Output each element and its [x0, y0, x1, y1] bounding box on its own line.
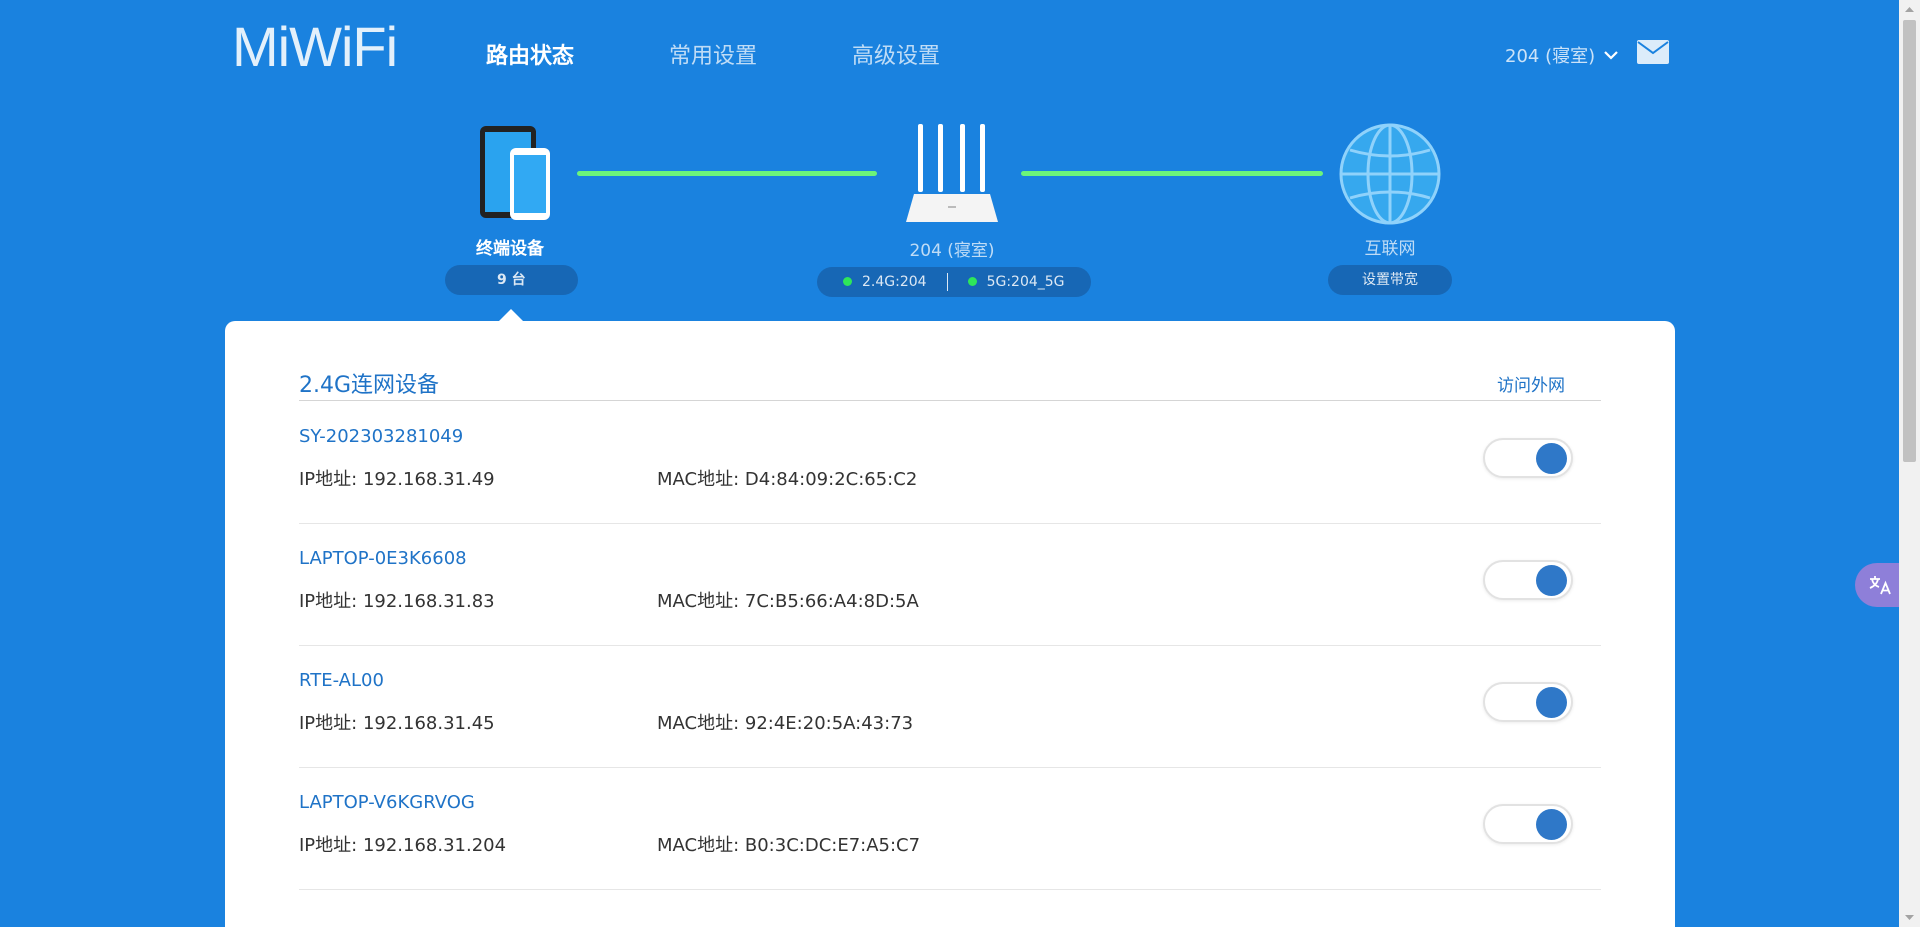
globe-icon	[1339, 123, 1441, 225]
device-name[interactable]: SY-202303281049	[299, 426, 463, 447]
nav-router-status[interactable]: 路由状态	[486, 38, 574, 70]
divider	[946, 273, 948, 291]
router-icon	[906, 124, 998, 222]
device-mac: MAC地址: 92:4E:20:5A:43:73	[657, 713, 914, 734]
internet-access-toggle[interactable]	[1483, 682, 1573, 722]
wifi-status-badge[interactable]: 2.4G:204 5G:204_5G	[817, 267, 1091, 297]
toggle-knob	[1536, 443, 1567, 474]
device-ip: IP地址: 192.168.31.49	[299, 469, 495, 490]
mail-icon[interactable]	[1637, 40, 1669, 64]
toggle-knob	[1536, 565, 1567, 596]
wifi-5-ssid: 5G:204_5G	[986, 274, 1065, 290]
device-row: RTE-AL00 IP地址: 192.168.31.45 MAC地址: 92:4…	[299, 646, 1601, 768]
internet-access-toggle[interactable]	[1483, 804, 1573, 844]
device-row: LAPTOP-V6KGRVOG IP地址: 192.168.31.204 MAC…	[299, 768, 1601, 890]
device-mac: MAC地址: 7C:B5:66:A4:8D:5A	[657, 591, 919, 612]
nav-advanced-settings[interactable]: 高级设置	[852, 38, 940, 70]
internet-node[interactable]: 互联网 设置带宽	[1320, 122, 1460, 295]
device-ip: IP地址: 192.168.31.83	[299, 591, 495, 612]
device-ip: IP地址: 192.168.31.204	[299, 835, 507, 856]
toggle-knob	[1536, 687, 1567, 718]
link-line-internet	[1021, 171, 1323, 176]
scroll-up-arrow-icon[interactable]	[1903, 4, 1916, 14]
scrollbar-thumb[interactable]	[1903, 20, 1916, 462]
internet-access-toggle[interactable]	[1483, 560, 1573, 600]
device-name[interactable]: LAPTOP-0E3K6608	[299, 548, 467, 569]
translate-button[interactable]	[1855, 563, 1905, 607]
device-mac: MAC地址: B0:3C:DC:E7:A5:C7	[657, 835, 921, 856]
device-mac: MAC地址: D4:84:09:2C:65:C2	[657, 469, 918, 490]
wifi-24-ssid: 2.4G:204	[862, 274, 927, 290]
device-ip: IP地址: 192.168.31.45	[299, 713, 495, 734]
wifi-24-status-dot	[843, 276, 852, 286]
internet-access-column-header: 访问外网	[1497, 376, 1565, 396]
translate-icon	[1869, 576, 1891, 595]
device-count-badge[interactable]: 9 台	[445, 265, 578, 295]
wifi-5-status-dot	[967, 276, 977, 286]
internet-access-toggle[interactable]	[1483, 438, 1573, 478]
toggle-knob	[1536, 809, 1567, 840]
device-row: SY-202303281049 IP地址: 192.168.31.49 MAC地…	[299, 402, 1601, 524]
miwifi-logo[interactable]: MiWiFi	[232, 14, 398, 79]
router-label: 204 (寝室)	[909, 241, 995, 261]
chevron-down-icon	[1604, 51, 1618, 60]
panel-title: 2.4G连网设备	[299, 373, 440, 398]
router-node[interactable]: 204 (寝室) 2.4G:204 5G:204_5G	[817, 118, 1091, 297]
devices-label: 终端设备	[476, 239, 544, 259]
scroll-down-arrow-icon[interactable]	[1903, 913, 1916, 923]
main-nav: 路由状态 常用设置 高级设置	[486, 38, 1035, 70]
router-name-menu[interactable]: 204 (寝室)	[1505, 42, 1619, 68]
terminal-devices-node[interactable]: 终端设备 9 台	[445, 122, 578, 295]
set-bandwidth-button[interactable]: 设置带宽	[1328, 265, 1452, 295]
device-name[interactable]: LAPTOP-V6KGRVOG	[299, 792, 475, 813]
panel-header: 2.4G连网设备 访问外网	[299, 367, 1601, 401]
device-row: LAPTOP-0E3K6608 IP地址: 192.168.31.83 MAC地…	[299, 524, 1601, 646]
devices-icon	[480, 126, 550, 220]
router-name: 204 (寝室)	[1505, 46, 1596, 67]
internet-label: 互联网	[1364, 239, 1416, 259]
device-name[interactable]: RTE-AL00	[299, 670, 384, 691]
nav-common-settings[interactable]: 常用设置	[669, 38, 757, 70]
device-list-panel: 2.4G连网设备 访问外网 SY-202303281049 IP地址: 192.…	[225, 321, 1675, 927]
